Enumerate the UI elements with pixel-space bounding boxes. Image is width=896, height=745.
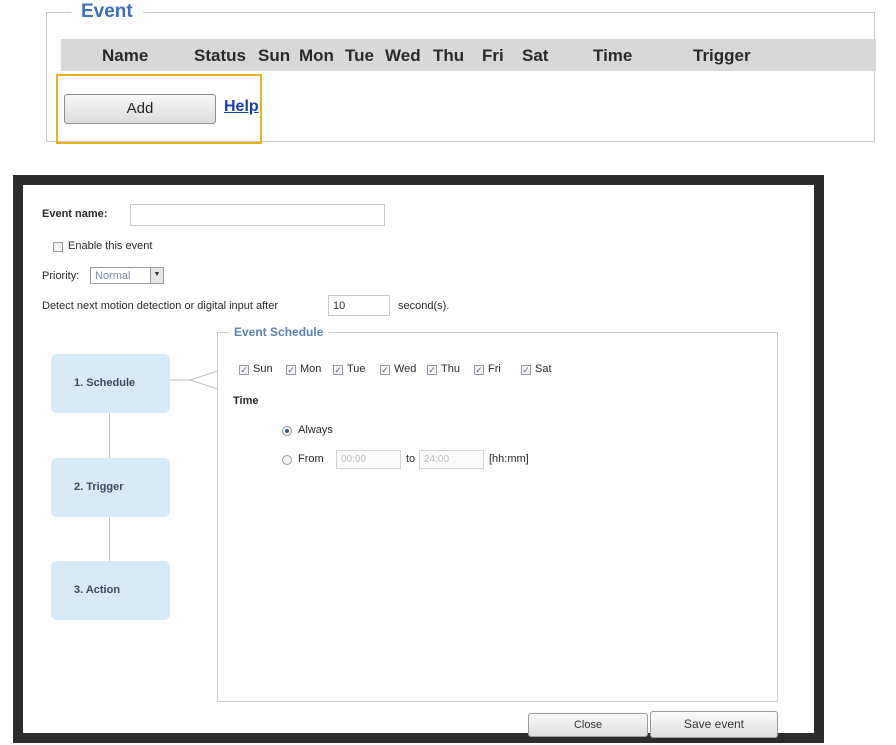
column-header-sun: Sun: [258, 46, 291, 65]
detect-unit-label: second(s).: [398, 300, 450, 312]
to-time-input[interactable]: [419, 450, 484, 469]
day-label-tue: Tue: [347, 363, 366, 375]
day-label-sun: Sun: [253, 363, 273, 375]
day-checkbox-wed[interactable]: ✓: [380, 365, 390, 375]
time-format-hint: [hh:mm]: [489, 453, 529, 465]
to-label: to: [406, 453, 416, 465]
day-label-fri: Fri: [488, 363, 501, 375]
help-link[interactable]: Help: [224, 98, 259, 116]
enable-event-checkbox[interactable]: [53, 242, 63, 252]
column-header-trigger: Trigger: [693, 46, 751, 65]
from-label: From: [298, 453, 324, 465]
step-trigger[interactable]: 2. Trigger: [51, 458, 170, 517]
from-radio[interactable]: [282, 455, 292, 465]
event-schedule-fieldset: Event Schedule ✓ Sun ✓ Mon ✓ Tue ✓ Wed ✓ Thu ✓ Fri ✓…: [217, 325, 778, 702]
from-time-input[interactable]: [336, 450, 401, 469]
event-table-header: Name Status Sun Mon Tue Wed Thu Fri Sat …: [61, 39, 876, 71]
column-header-mon: Mon: [299, 46, 334, 65]
time-label: Time: [233, 395, 259, 407]
event-name-input[interactable]: [130, 204, 385, 226]
event-settings-dialog: Event name: Enable this event Priority: …: [13, 175, 824, 743]
always-label: Always: [298, 424, 333, 436]
event-schedule-legend: Event Schedule: [228, 325, 330, 339]
priority-label: Priority:: [42, 270, 80, 282]
close-button[interactable]: Close: [528, 713, 648, 737]
day-checkbox-sun[interactable]: ✓: [239, 365, 249, 375]
day-checkbox-thu[interactable]: ✓: [427, 365, 437, 375]
column-header-sat: Sat: [522, 46, 549, 65]
step-connector-line: [109, 413, 110, 458]
column-header-name: Name: [102, 46, 149, 65]
step-action[interactable]: 3. Action: [51, 561, 170, 620]
column-header-status: Status: [194, 46, 246, 65]
day-checkbox-sat[interactable]: ✓: [521, 365, 531, 375]
event-name-label: Event name:: [42, 208, 108, 220]
day-label-thu: Thu: [441, 363, 460, 375]
detect-interval-input[interactable]: [328, 295, 390, 316]
always-radio[interactable]: [282, 426, 292, 436]
day-checkbox-tue[interactable]: ✓: [333, 365, 343, 375]
step-bracket-connector: [170, 370, 218, 390]
enable-event-label: Enable this event: [68, 240, 153, 252]
detect-label: Detect next motion detection or digital …: [42, 300, 279, 312]
chevron-down-icon: ▼: [150, 268, 163, 283]
event-legend: Event: [71, 1, 143, 23]
priority-select[interactable]: Normal ▼: [90, 267, 164, 284]
day-label-wed: Wed: [394, 363, 417, 375]
add-event-button[interactable]: Add: [64, 94, 216, 124]
priority-value: Normal: [95, 270, 131, 282]
step-connector-line: [109, 517, 110, 561]
day-label-mon: Mon: [300, 363, 322, 375]
column-header-wed: Wed: [385, 46, 421, 65]
save-event-button[interactable]: Save event: [650, 711, 778, 738]
day-checkbox-mon[interactable]: ✓: [286, 365, 296, 375]
day-checkbox-fri[interactable]: ✓: [474, 365, 484, 375]
column-header-thu: Thu: [433, 46, 465, 65]
day-label-sat: Sat: [535, 363, 552, 375]
column-header-fri: Fri: [482, 46, 504, 65]
step-schedule[interactable]: 1. Schedule: [51, 354, 170, 413]
column-header-tue: Tue: [345, 46, 374, 65]
column-header-time: Time: [593, 46, 633, 65]
